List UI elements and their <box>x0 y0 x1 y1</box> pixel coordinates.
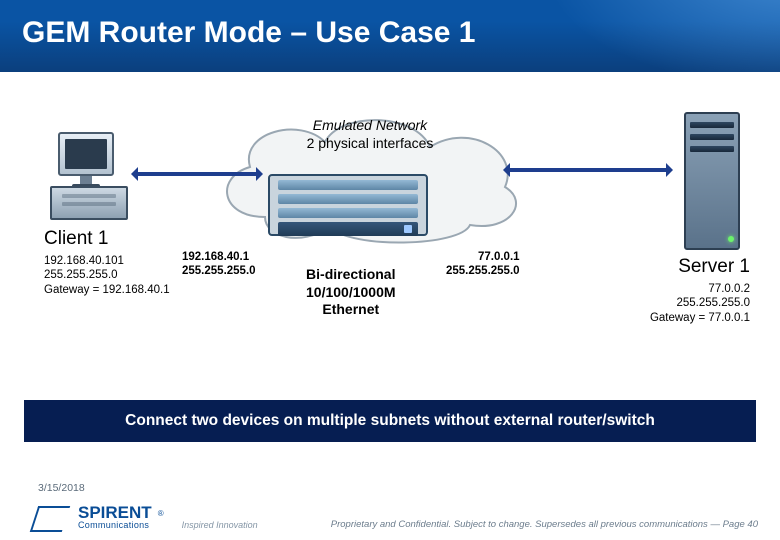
server-info: 77.0.0.2 255.255.255.0 Gateway = 77.0.0.… <box>630 282 750 325</box>
server-label: Server 1 <box>630 256 750 278</box>
footer-legal: Proprietary and Confidential. Subject to… <box>331 519 758 530</box>
footer: 3/15/2018 SPIRENT Communications ® Inspi… <box>0 476 780 540</box>
desktop-icon <box>50 132 134 222</box>
interface-right: 77.0.0.1 255.255.255.0 <box>446 250 520 279</box>
page-number: Page 40 <box>723 519 758 530</box>
client-mask: 255.255.255.0 <box>44 269 118 281</box>
if-left-mask: 255.255.255.0 <box>182 265 256 277</box>
server-mask: 255.255.255.0 <box>676 297 750 309</box>
slide: GEM Router Mode – Use Case 1 Emulated Ne… <box>0 0 780 540</box>
brand-logo: SPIRENT Communications ® Inspired Innova… <box>30 500 258 534</box>
emulator-device-icon <box>268 174 428 236</box>
if-left-ip: 192.168.40.1 <box>182 251 249 263</box>
client-node: Client 1 192.168.40.101 255.255.255.0 Ga… <box>44 132 164 297</box>
client-info: 192.168.40.101 255.255.255.0 Gateway = 1… <box>44 254 164 297</box>
caption-text: Connect two devices on multiple subnets … <box>125 412 655 429</box>
brand-sub: Communications <box>78 521 152 530</box>
legal-text: Proprietary and Confidential. Subject to… <box>331 519 723 530</box>
interface-left: 192.168.40.1 255.255.255.0 <box>182 250 256 279</box>
brand-tagline: Inspired Innovation <box>182 520 258 530</box>
link-line2: 10/100/1000M <box>306 284 396 300</box>
brand-name: SPIRENT <box>78 504 152 521</box>
cloud-label-line2: 2 physical interfaces <box>307 135 434 151</box>
server-node: Server 1 77.0.0.2 255.255.255.0 Gateway … <box>630 112 750 325</box>
brand-mark-icon <box>30 500 70 534</box>
link-line1: Bi-directional <box>306 266 395 282</box>
if-right-ip: 77.0.0.1 <box>478 251 520 263</box>
footer-date: 3/15/2018 <box>38 482 85 494</box>
server-gateway: Gateway = 77.0.0.1 <box>650 312 750 324</box>
server-ip: 77.0.0.2 <box>708 283 750 295</box>
cloud-label-line1: Emulated Network <box>313 117 427 133</box>
client-gateway: Gateway = 192.168.40.1 <box>44 284 170 296</box>
client-ip: 192.168.40.101 <box>44 255 124 267</box>
caption-bar: Connect two devices on multiple subnets … <box>24 400 756 442</box>
if-right-mask: 255.255.255.0 <box>446 265 520 277</box>
title-banner: GEM Router Mode – Use Case 1 <box>0 0 780 72</box>
slide-title: GEM Router Mode – Use Case 1 <box>0 0 780 66</box>
link-line3: Ethernet <box>322 301 379 317</box>
server-rack-icon <box>684 112 740 250</box>
registered-icon: ® <box>158 509 164 518</box>
link-description: Bi-directional 10/100/1000M Ethernet <box>306 266 396 319</box>
diagram-stage: Emulated Network 2 physical interfaces C… <box>0 72 780 440</box>
client-label: Client 1 <box>44 228 164 250</box>
cloud-label: Emulated Network 2 physical interfaces <box>210 117 530 152</box>
